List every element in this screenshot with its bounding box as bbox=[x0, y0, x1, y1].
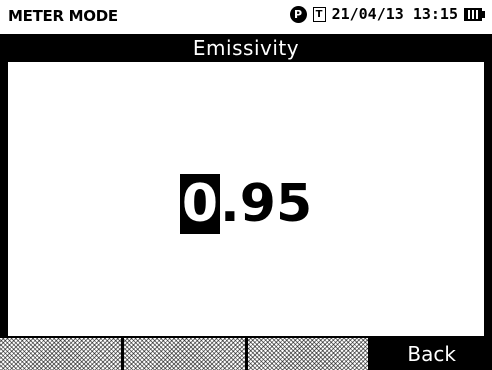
softkey-bar: Back bbox=[0, 338, 492, 370]
battery-icon bbox=[464, 7, 486, 21]
status-bar: METER MODE P T 21/04/13 13:15 bbox=[0, 0, 492, 34]
main-panel: 0.95 bbox=[8, 62, 484, 336]
softkey-1[interactable] bbox=[0, 338, 121, 370]
datetime: 21/04/13 13:15 bbox=[331, 5, 458, 23]
value-remainder: .95 bbox=[220, 174, 313, 234]
page-title: Emissivity bbox=[0, 34, 492, 62]
meter-screen: METER MODE P T 21/04/13 13:15 Emissivity… bbox=[0, 0, 492, 370]
emissivity-value[interactable]: 0.95 bbox=[8, 174, 484, 234]
p-indicator-icon: P bbox=[289, 5, 307, 23]
back-button[interactable]: Back bbox=[371, 338, 492, 370]
softkey-2[interactable] bbox=[123, 338, 245, 370]
selected-digit[interactable]: 0 bbox=[179, 174, 221, 234]
softkey-3[interactable] bbox=[247, 338, 369, 370]
mode-label: METER MODE bbox=[8, 7, 118, 25]
t-indicator-icon: T bbox=[312, 6, 326, 22]
status-indicators: P T 21/04/13 13:15 bbox=[289, 5, 486, 23]
